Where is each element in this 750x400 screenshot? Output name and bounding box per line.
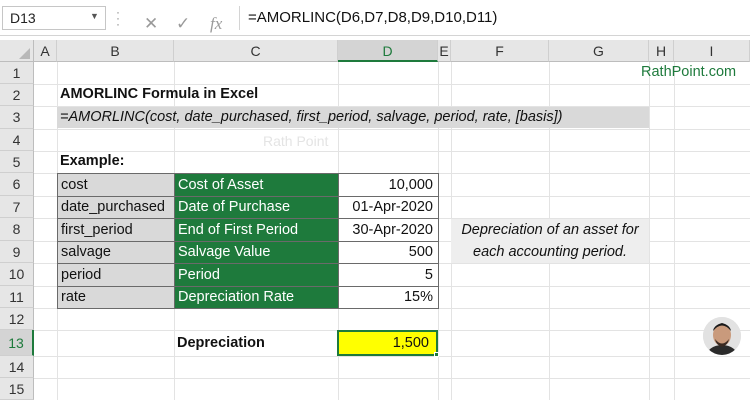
row-header-1[interactable]: 1 xyxy=(0,62,34,84)
arg-cell-first-period[interactable]: first_period xyxy=(57,218,175,242)
desc-cell-cost[interactable]: Cost of Asset xyxy=(174,173,339,197)
column-header-b[interactable]: B xyxy=(57,40,174,62)
column-header-i[interactable]: I xyxy=(674,40,750,62)
row-header-7[interactable]: 7 xyxy=(0,196,34,218)
function-icon[interactable]: fx xyxy=(210,14,222,34)
desc-cell-salvage[interactable]: Salvage Value xyxy=(174,241,339,264)
syntax-cell[interactable]: =AMORLINC(cost, date_purchased, first_pe… xyxy=(57,107,649,128)
row-header-3[interactable]: 3 xyxy=(0,106,34,129)
formula-buttons: ✕ ✓ fx xyxy=(128,6,236,33)
note-line-2: each accounting period. xyxy=(473,244,627,260)
value-cell-period[interactable]: 5 xyxy=(338,263,439,287)
note-line-1: Depreciation of an asset for xyxy=(461,222,639,238)
desc-cell-first-period[interactable]: End of First Period xyxy=(174,218,339,242)
cancel-icon[interactable]: ✕ xyxy=(144,14,158,34)
row-header-14[interactable]: 14 xyxy=(0,356,34,378)
desc-cell-date-purchased[interactable]: Date of Purchase xyxy=(174,196,339,219)
column-header-h[interactable]: H xyxy=(649,40,674,62)
value-cell-first-period[interactable]: 30-Apr-2020 xyxy=(338,218,439,242)
fill-handle[interactable] xyxy=(434,352,439,357)
result-value-cell[interactable]: 1,500 xyxy=(337,330,438,356)
result-label[interactable]: Depreciation xyxy=(177,335,265,351)
column-header-e[interactable]: E xyxy=(438,40,451,62)
arg-cell-rate[interactable]: rate xyxy=(57,286,175,309)
gridline xyxy=(34,84,750,85)
select-all-icon xyxy=(19,48,30,59)
arg-cell-cost[interactable]: cost xyxy=(57,173,175,197)
gridline xyxy=(649,62,650,400)
example-label[interactable]: Example: xyxy=(60,153,124,169)
arg-cell-salvage[interactable]: salvage xyxy=(57,241,175,264)
brand-link: RathPoint.com xyxy=(641,64,737,80)
column-header-g[interactable]: G xyxy=(549,40,649,62)
formula-input[interactable]: =AMORLINC(D6,D7,D8,D9,D10,D11) xyxy=(239,6,746,30)
row-header-6[interactable]: 6 xyxy=(0,173,34,196)
column-header-c[interactable]: C xyxy=(174,40,338,62)
value-cell-rate[interactable]: 15% xyxy=(338,286,439,309)
gridline xyxy=(34,356,750,357)
formula-bar: D13 ▼ · · · ✕ ✓ fx =AMORLINC(D6,D7,D8,D9,D… xyxy=(0,0,750,36)
avatar xyxy=(703,317,741,355)
row-header-9[interactable]: 9 xyxy=(0,241,34,263)
value-cell-date-purchased[interactable]: 01-Apr-2020 xyxy=(338,196,439,219)
row-header-13[interactable]: 13 xyxy=(0,330,34,356)
value-cell-salvage[interactable]: 500 xyxy=(338,241,439,264)
row-header-11[interactable]: 11 xyxy=(0,286,34,308)
enter-icon[interactable]: ✓ xyxy=(176,14,190,34)
arg-cell-date-purchased[interactable]: date_purchased xyxy=(57,196,175,219)
gridline xyxy=(34,151,750,152)
arg-cell-period[interactable]: period xyxy=(57,263,175,287)
sheet-title[interactable]: AMORLINC Formula in Excel xyxy=(60,86,258,102)
column-header-d[interactable]: D xyxy=(338,40,438,62)
row-header-15[interactable]: 15 xyxy=(0,378,34,400)
gridline xyxy=(674,62,675,400)
watermark: Rath Point xyxy=(263,133,329,149)
chevron-down-icon[interactable]: ▼ xyxy=(90,11,99,21)
row-header-2[interactable]: 2 xyxy=(0,84,34,106)
gridline xyxy=(34,129,750,130)
value-cell-cost[interactable]: 10,000 xyxy=(338,173,439,197)
row-header-8[interactable]: 8 xyxy=(0,218,34,241)
row-header-10[interactable]: 10 xyxy=(0,263,34,286)
note-cell[interactable]: Depreciation of an asset for each accoun… xyxy=(451,219,649,263)
desc-cell-rate[interactable]: Depreciation Rate xyxy=(174,286,339,309)
column-header-a[interactable]: A xyxy=(34,40,57,62)
gridline xyxy=(34,378,750,379)
row-header-5[interactable]: 5 xyxy=(0,151,34,173)
desc-cell-period[interactable]: Period xyxy=(174,263,339,287)
row-header-4[interactable]: 4 xyxy=(0,129,34,151)
drag-handle-icon[interactable]: · · · xyxy=(116,6,120,30)
row-header-12[interactable]: 12 xyxy=(0,308,34,330)
column-header-f[interactable]: F xyxy=(451,40,549,62)
